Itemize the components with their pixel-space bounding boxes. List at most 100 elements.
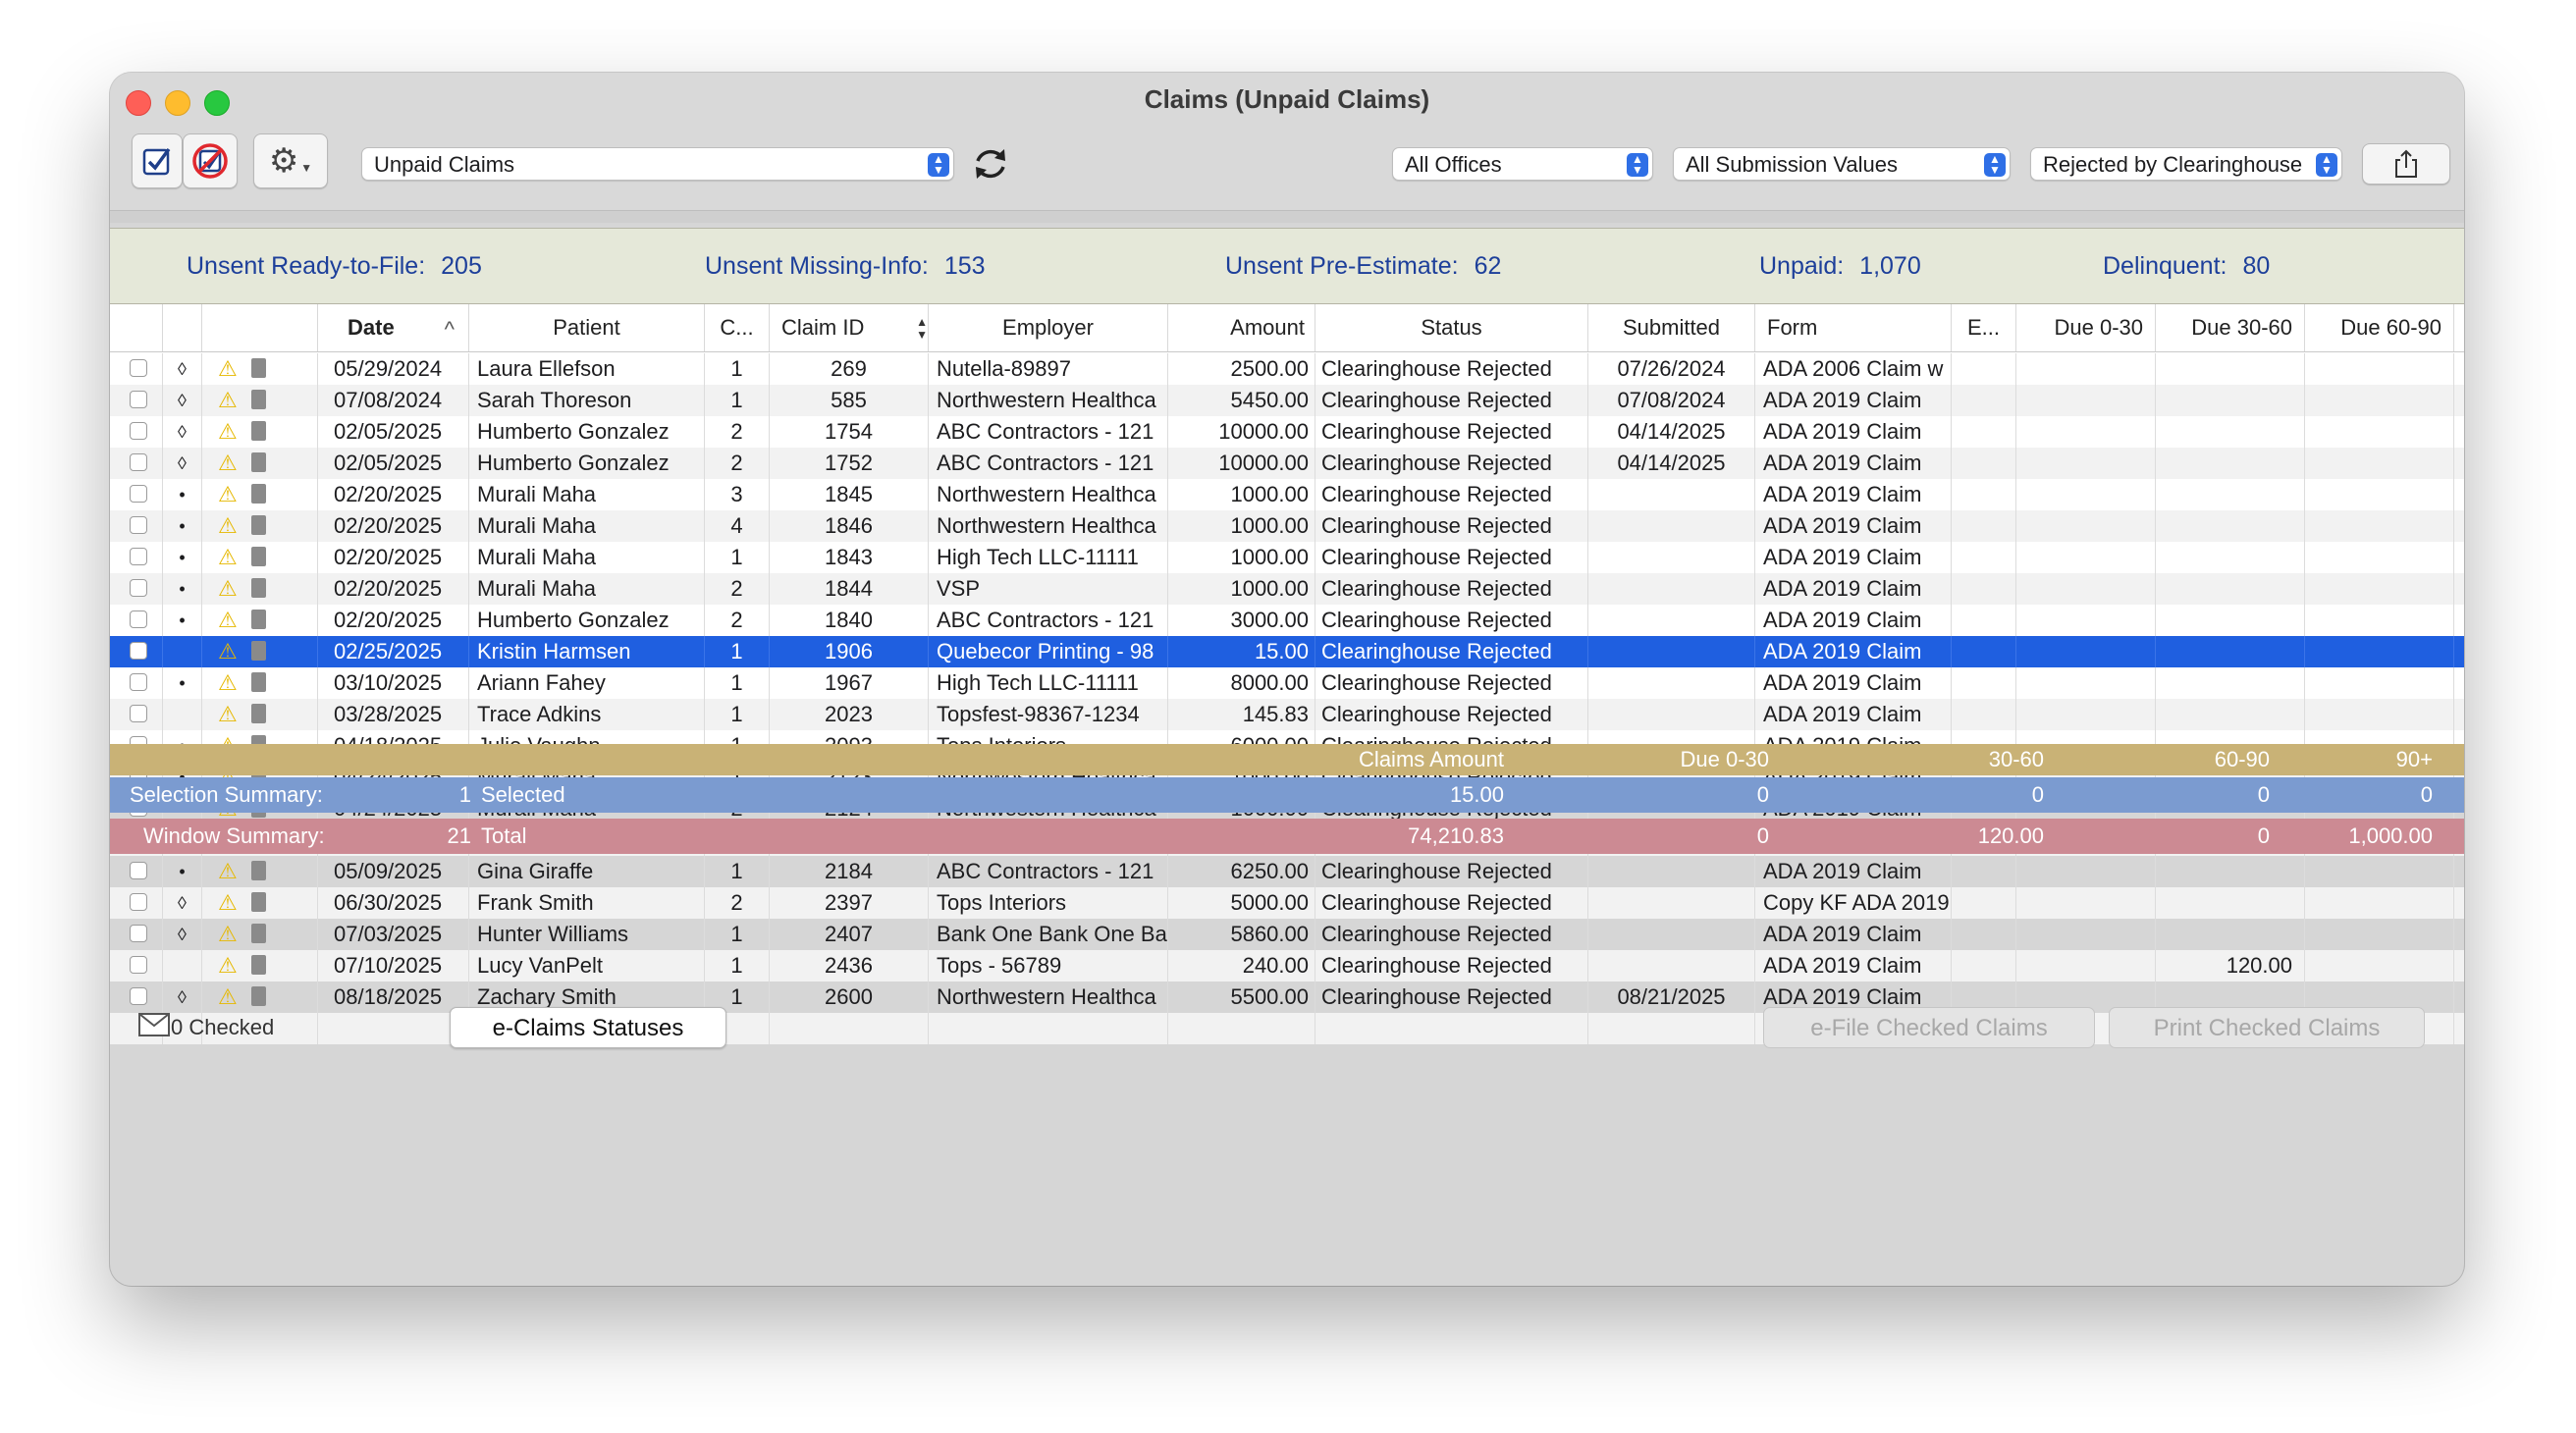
table-row[interactable]: • ⚠ 02/20/2025 Murali Maha 2 1844 VSP 1000.00 Cl… <box>110 573 2464 605</box>
table-row[interactable]: • ⚠ 02/20/2025 Murali Maha 1 1843 High Tech LL… <box>110 542 2464 573</box>
cell-status: Clearinghouse Rejected <box>1315 510 1588 542</box>
row-checkbox[interactable] <box>130 705 147 722</box>
header-e[interactable]: E... <box>1952 304 2016 351</box>
row-mark: • <box>179 579 186 599</box>
status-filter-select[interactable]: Rejected by Clearinghouse ▲ ▼ <box>2030 147 2342 181</box>
stat-unsent-pre-estimate[interactable]: Unsent Pre-Estimate: 62 <box>1225 252 1501 281</box>
document-icon[interactable] <box>251 547 266 566</box>
document-icon[interactable] <box>251 390 266 409</box>
header-form[interactable]: Form <box>1755 304 1952 351</box>
document-icon[interactable] <box>251 641 266 661</box>
office-select[interactable]: All Offices ▲ ▼ <box>1392 147 1653 181</box>
warning-icon[interactable]: ⚠ <box>218 451 238 476</box>
header-due-30-60[interactable]: Due 30-60 <box>2156 304 2305 351</box>
warning-icon[interactable]: ⚠ <box>218 356 238 382</box>
document-icon[interactable] <box>251 421 266 441</box>
table-row[interactable]: ⚠ 02/25/2025 Kristin Harmsen 1 1906 Quebecor … <box>110 636 2464 667</box>
header-icons-col[interactable] <box>202 304 318 351</box>
submission-select[interactable]: All Submission Values ▲ ▼ <box>1673 147 2011 181</box>
check-all-button[interactable] <box>132 133 183 188</box>
header-submitted[interactable]: Submitted <box>1588 304 1755 351</box>
row-checkbox[interactable] <box>130 453 147 471</box>
document-icon[interactable] <box>251 452 266 472</box>
cell-patient: Humberto Gonzalez <box>469 605 705 636</box>
cell-date: 02/05/2025 <box>318 448 469 479</box>
stat-unpaid[interactable]: Unpaid: 1,070 <box>1759 252 1921 281</box>
document-icon[interactable] <box>251 704 266 723</box>
table-row[interactable]: • ⚠ 02/20/2025 Murali Maha 3 1845 Northwestern… <box>110 479 2464 510</box>
warning-icon[interactable]: ⚠ <box>218 513 238 539</box>
header-employer[interactable]: Employer <box>929 304 1168 351</box>
warning-icon[interactable]: ⚠ <box>218 482 238 507</box>
row-checkbox[interactable] <box>130 516 147 534</box>
warning-icon[interactable]: ⚠ <box>218 639 238 664</box>
cell-date: 02/20/2025 <box>318 479 469 510</box>
eclaims-statuses-button[interactable]: e-Claims Statuses <box>450 1007 726 1048</box>
refresh-button[interactable] <box>970 143 1011 185</box>
row-checkbox[interactable] <box>130 610 147 628</box>
settings-menu-button[interactable]: ⚙ ▼ <box>253 133 328 188</box>
row-icons-cell: ⚠ <box>202 385 318 416</box>
stat-unsent-ready[interactable]: Unsent Ready-to-File: 205 <box>187 252 482 281</box>
cell-c: 2 <box>705 448 770 479</box>
header-claim-id[interactable]: Claim ID ▲ ▼ <box>770 304 929 351</box>
efile-checked-claims-button[interactable]: e-File Checked Claims <box>1763 1007 2095 1048</box>
table-row[interactable]: • ⚠ 02/20/2025 Murali Maha 4 1846 Northwestern… <box>110 510 2464 542</box>
row-checkbox[interactable] <box>130 548 147 565</box>
uncheck-all-button[interactable] <box>183 133 238 188</box>
header-patient[interactable]: Patient <box>469 304 705 351</box>
row-mark: ◊ <box>178 453 187 473</box>
document-icon[interactable] <box>251 515 266 535</box>
row-checkbox[interactable] <box>130 359 147 377</box>
document-icon[interactable] <box>251 358 266 378</box>
header-due-60-90[interactable]: Due 60-90 <box>2305 304 2454 351</box>
table-row[interactable]: ◊ ⚠ 02/05/2025 Humberto Gonzalez 2 1754 ABC Co… <box>110 416 2464 448</box>
warning-icon[interactable]: ⚠ <box>218 545 238 570</box>
print-checked-claims-button[interactable]: Print Checked Claims <box>2109 1007 2425 1048</box>
header-date[interactable]: Date ^ <box>318 304 469 351</box>
row-checkbox[interactable] <box>130 579 147 597</box>
row-mark-cell: ◊ <box>163 385 202 416</box>
share-button[interactable] <box>2362 143 2450 185</box>
header-status[interactable]: Status <box>1315 304 1588 351</box>
table-row[interactable]: ◊ ⚠ 02/05/2025 Humberto Gonzalez 2 1752 ABC Co… <box>110 448 2464 479</box>
table-row[interactable]: ◊ ⚠ 05/29/2024 Laura Ellefson 1 269 Nutella-89… <box>110 353 2464 385</box>
row-checkbox[interactable] <box>130 642 147 660</box>
table-row[interactable]: • ⚠ 03/10/2025 Ariann Fahey 1 1967 High Tech L… <box>110 667 2464 699</box>
selection-summary-due-0-30: 0 <box>1756 782 1769 807</box>
claims-list-select[interactable]: Unpaid Claims ▲ ▼ <box>361 147 954 181</box>
row-checkbox[interactable] <box>130 391 147 408</box>
warning-icon[interactable]: ⚠ <box>218 670 238 696</box>
header-c[interactable]: C... <box>705 304 770 351</box>
document-icon[interactable] <box>251 610 266 629</box>
table-row[interactable]: • ⚠ 02/20/2025 Humberto Gonzalez 2 1840 ABC Co… <box>110 605 2464 636</box>
row-checkbox[interactable] <box>130 422 147 440</box>
header-checkbox-col[interactable] <box>110 304 163 351</box>
cell-claim-id: 1752 <box>770 448 929 479</box>
warning-icon[interactable]: ⚠ <box>218 388 238 413</box>
cell-due60-90 <box>2305 699 2454 730</box>
stat-unsent-missing-info[interactable]: Unsent Missing-Info: 153 <box>705 252 986 281</box>
table-row[interactable]: ⚠ 03/28/2025 Trace Adkins 1 2023 Topsfest-983… <box>110 699 2464 730</box>
row-checkbox[interactable] <box>130 673 147 691</box>
warning-icon[interactable]: ⚠ <box>218 576 238 602</box>
select-arrows-icon: ▲ ▼ <box>928 153 949 177</box>
warning-icon[interactable]: ⚠ <box>218 608 238 633</box>
stat-delinquent[interactable]: Delinquent: 80 <box>2103 252 2270 281</box>
header-due-0-30[interactable]: Due 0-30 <box>2016 304 2156 351</box>
document-icon[interactable] <box>251 672 266 692</box>
window-title: Claims (Unpaid Claims) <box>1144 84 1430 114</box>
summary-header-due-0-30: Due 0-30 <box>1680 747 1769 771</box>
cell-status: Clearinghouse Rejected <box>1315 385 1588 416</box>
select-arrows-icon: ▲ ▼ <box>1627 153 1648 177</box>
document-icon[interactable] <box>251 578 266 598</box>
row-checkbox[interactable] <box>130 485 147 503</box>
cell-due30-60 <box>2156 605 2305 636</box>
cell-form: ADA 2019 Claim <box>1755 636 1952 667</box>
header-mark-col[interactable] <box>163 304 202 351</box>
document-icon[interactable] <box>251 484 266 504</box>
header-amount[interactable]: Amount <box>1168 304 1315 351</box>
table-row[interactable]: ◊ ⚠ 07/08/2024 Sarah Thoreson 1 585 Northweste… <box>110 385 2464 416</box>
warning-icon[interactable]: ⚠ <box>218 419 238 445</box>
warning-icon[interactable]: ⚠ <box>218 702 238 727</box>
